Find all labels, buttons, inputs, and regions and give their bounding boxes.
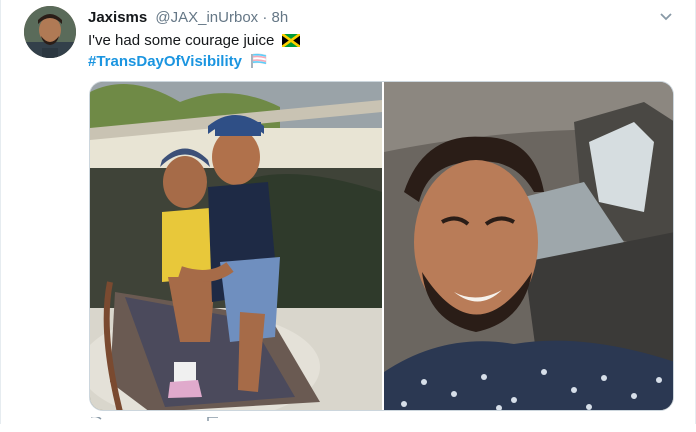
avatar-image <box>24 6 76 58</box>
jamaica-flag-icon <box>282 34 301 47</box>
hashtag-text[interactable]: #TransDayOfVisibility <box>88 53 242 70</box>
photo-childhood[interactable] <box>90 82 382 410</box>
user-handle[interactable]: @JAX_inUrbox <box>155 9 258 26</box>
reply-icon[interactable] <box>89 414 103 424</box>
tweet-text: I've had some courage juice <box>88 31 301 51</box>
tweet-text-content: I've had some courage juice <box>88 32 275 49</box>
hashtag-link[interactable]: #TransDayOfVisibility <box>88 52 268 72</box>
timestamp[interactable]: 8h <box>272 9 289 26</box>
tweet-header: Jaxisms @JAX_inUrbox · 8h <box>88 9 288 26</box>
photo-selfie[interactable] <box>384 82 673 410</box>
retweet-icon[interactable] <box>206 414 220 424</box>
tweet-card[interactable]: Jaxisms @JAX_inUrbox · 8h I've had some … <box>0 0 696 424</box>
separator-dot: · <box>262 9 268 26</box>
display-name[interactable]: Jaxisms <box>88 9 147 26</box>
media-grid <box>89 81 674 411</box>
trans-flag-icon <box>251 53 267 68</box>
avatar[interactable] <box>24 6 76 58</box>
chevron-down-icon[interactable] <box>656 6 676 26</box>
